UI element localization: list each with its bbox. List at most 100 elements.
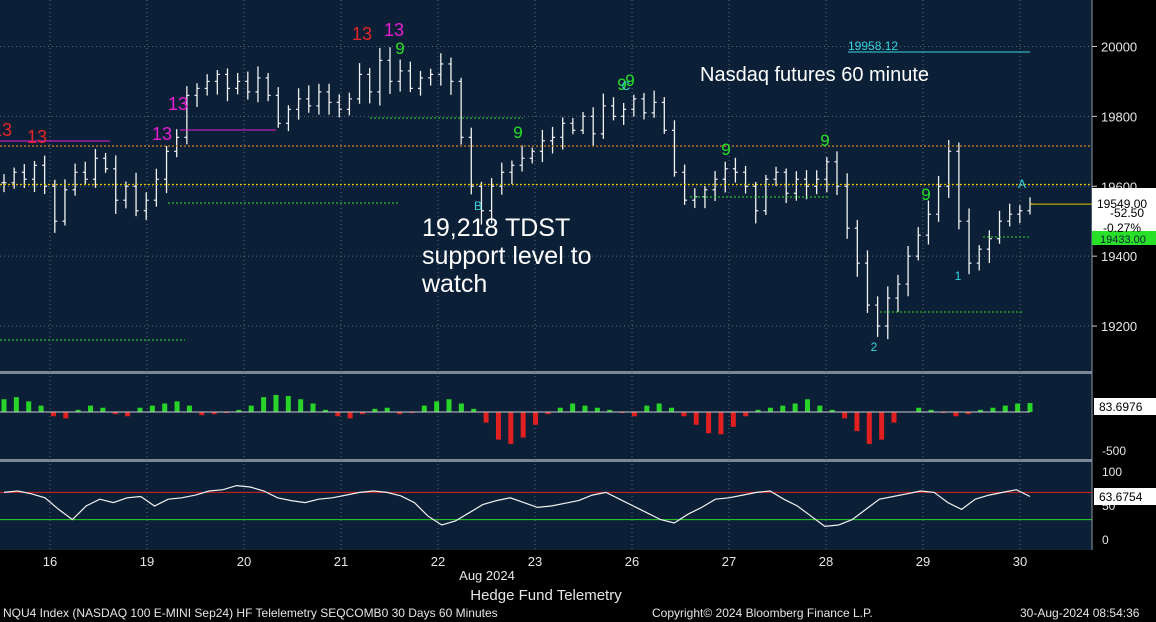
osc-bar	[594, 407, 600, 412]
sequential-count-label: 9	[921, 185, 930, 204]
copyright-label: Copyright© 2024 Bloomberg Finance L.P.	[652, 606, 873, 620]
sequential-count-label: 9	[721, 140, 730, 159]
osc-bar	[866, 412, 872, 444]
osc-bar	[767, 407, 773, 412]
osc-bar	[520, 412, 526, 438]
rsi-tick-label: 100	[1102, 465, 1122, 479]
resistance-label: 19958.12	[848, 39, 898, 53]
sequential-count-label: C	[622, 79, 631, 93]
osc-bar	[310, 403, 316, 412]
osc-bar	[533, 412, 539, 425]
y-tick-label: 19200	[1101, 319, 1137, 334]
change-pct-label: -0.27%	[1103, 221, 1141, 235]
x-tick-label: 19	[140, 554, 154, 569]
x-tick-label: 21	[334, 554, 348, 569]
y-tick-label: 19400	[1101, 249, 1137, 264]
osc-bar	[681, 412, 687, 417]
x-month-label: Aug 2024	[459, 568, 515, 583]
x-tick-label: 16	[43, 554, 57, 569]
osc-bar	[273, 395, 279, 412]
osc-bar	[26, 401, 32, 412]
osc-bar	[990, 407, 996, 412]
osc-bar	[570, 403, 576, 412]
osc-bar	[63, 412, 69, 419]
osc-bar	[1, 399, 7, 412]
osc-bar	[582, 405, 588, 412]
sequential-count-label: 9	[513, 123, 522, 142]
osc-bar	[891, 412, 897, 423]
osc-bar	[88, 405, 94, 412]
x-tick-label: 30	[1013, 554, 1027, 569]
y-tick-label: 19800	[1101, 109, 1137, 124]
osc-bar	[495, 412, 501, 440]
osc-bar	[730, 412, 736, 427]
sequential-count-label: 9	[820, 131, 829, 150]
osc-bar	[421, 405, 427, 412]
hidden-price-label: 19433.00	[1100, 234, 1146, 246]
chart-title: Nasdaq futures 60 minute	[700, 64, 930, 86]
osc-bar	[162, 403, 168, 412]
timestamp-label: 30-Aug-2024 08:54:36	[1020, 606, 1140, 620]
osc-bar	[137, 407, 143, 412]
osc-bar	[149, 405, 155, 412]
sequential-count-label: 2	[871, 340, 878, 354]
osc-bar	[186, 405, 192, 412]
sequential-count-label: 9	[395, 39, 404, 58]
osc-bar	[347, 412, 353, 419]
y-tick-label: 20000	[1101, 39, 1137, 54]
osc-bar	[706, 412, 712, 434]
osc-bar	[446, 399, 452, 412]
osc-bar	[644, 405, 650, 412]
rsi-value-label: 63.6754	[1099, 490, 1143, 504]
osc-value-label: 83.6976	[1099, 400, 1143, 414]
osc-tick-label: -500	[1102, 444, 1126, 458]
osc-bar	[879, 412, 885, 440]
osc-bar	[434, 401, 440, 412]
osc-bar	[384, 407, 390, 412]
panel-divider-2	[0, 459, 1092, 462]
change-label: -52.50	[1110, 206, 1144, 220]
osc-bar	[842, 412, 848, 419]
sequential-count-label: 13	[27, 127, 47, 147]
x-tick-label: 20	[237, 554, 251, 569]
x-tick-label: 26	[625, 554, 639, 569]
osc-bar	[804, 399, 810, 412]
osc-bar	[656, 403, 662, 412]
osc-bar	[458, 403, 464, 412]
osc-bar	[248, 405, 254, 412]
x-tick-label: 27	[722, 554, 736, 569]
rsi-tick-label: 0	[1102, 533, 1109, 547]
osc-bar	[285, 396, 291, 412]
x-tick-label: 23	[528, 554, 542, 569]
osc-bar	[483, 412, 489, 423]
x-tick-label: 22	[431, 554, 445, 569]
osc-bar	[557, 407, 563, 412]
sequential-count-label: B	[474, 199, 482, 213]
sequential-count-label: 13	[384, 20, 404, 40]
sequential-count-label: 13	[152, 124, 172, 144]
sequential-count-label: 13	[0, 120, 12, 140]
osc-bar	[261, 397, 267, 412]
osc-bar	[174, 401, 180, 412]
sequential-count-label: 13	[352, 24, 372, 44]
osc-bar	[953, 412, 959, 417]
osc-bar	[743, 412, 749, 417]
osc-bar	[508, 412, 514, 444]
osc-bar	[335, 412, 341, 417]
osc-bar	[718, 412, 724, 435]
security-label: NQU4 Index (NASDAQ 100 E-MINI Sep24) HF …	[3, 606, 498, 620]
osc-bar	[298, 399, 304, 412]
panel-divider-1	[0, 371, 1092, 374]
chart-root: 20000 19800 19600 19400 19200 16 19 20 21 22 23 26 2…	[0, 0, 1156, 622]
osc-bar	[792, 403, 798, 412]
osc-bar	[1002, 405, 1008, 412]
osc-bar	[817, 405, 823, 412]
osc-bar	[38, 405, 44, 412]
osc-bar	[669, 407, 675, 412]
osc-bar	[631, 412, 637, 417]
sequential-count-label: A	[1018, 177, 1026, 191]
sequential-count-label: 13	[168, 94, 188, 114]
chart-caption: Hedge Fund Telemetry	[470, 587, 622, 604]
tdst-annotation: 19,218 TDST support level to watch	[422, 214, 592, 298]
x-tick-label: 28	[819, 554, 833, 569]
